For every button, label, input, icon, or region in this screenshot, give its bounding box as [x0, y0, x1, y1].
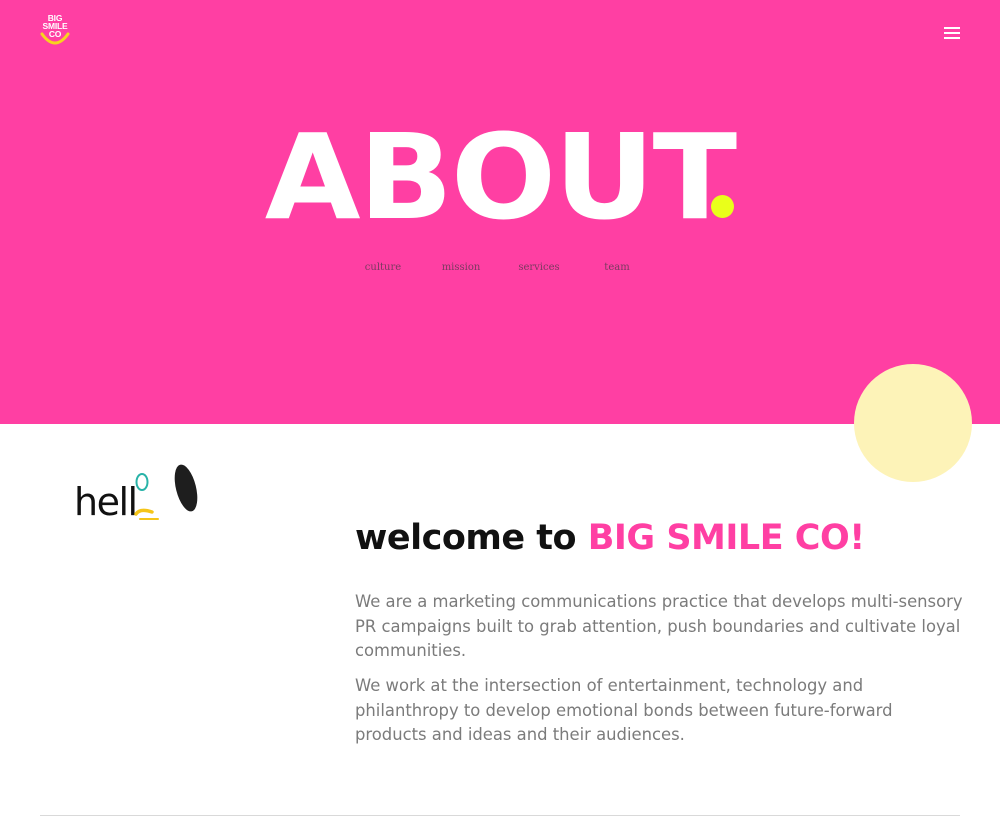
hello-graphic: hell	[74, 462, 204, 524]
section-divider	[40, 815, 960, 816]
intro-paragraph-2: We work at the intersection of entertain…	[355, 676, 893, 744]
hamburger-menu-icon-line	[944, 37, 960, 39]
hello-animation-icon	[134, 464, 198, 520]
smile-icon	[40, 32, 70, 45]
subnav-mission[interactable]: mission	[422, 262, 500, 273]
menu-button[interactable]	[940, 22, 964, 42]
subnav-services[interactable]: services	[500, 262, 578, 273]
subnav-culture[interactable]: culture	[344, 262, 422, 273]
big-smile-co-logo[interactable]: BIG SMILE CO	[38, 14, 72, 48]
welcome-heading: welcome to BIG SMILE CO!	[355, 514, 975, 562]
section-subnav: culture mission services team	[344, 262, 656, 278]
hero-section: BIG SMILE CO ABOUT culture mission servi…	[0, 0, 1000, 424]
page-title: ABOUT	[264, 108, 737, 246]
intro-paragraph-1: We are a marketing communications practi…	[355, 592, 963, 660]
decorative-circle	[854, 364, 972, 482]
hero-title-wrap: ABOUT	[0, 112, 1000, 242]
title-dot	[711, 195, 734, 218]
hamburger-menu-icon-line	[944, 32, 960, 34]
subnav-team[interactable]: team	[578, 262, 656, 273]
welcome-brand: BIG SMILE CO!	[587, 518, 865, 558]
welcome-prefix: welcome to	[355, 518, 588, 558]
hamburger-menu-icon	[944, 27, 960, 29]
